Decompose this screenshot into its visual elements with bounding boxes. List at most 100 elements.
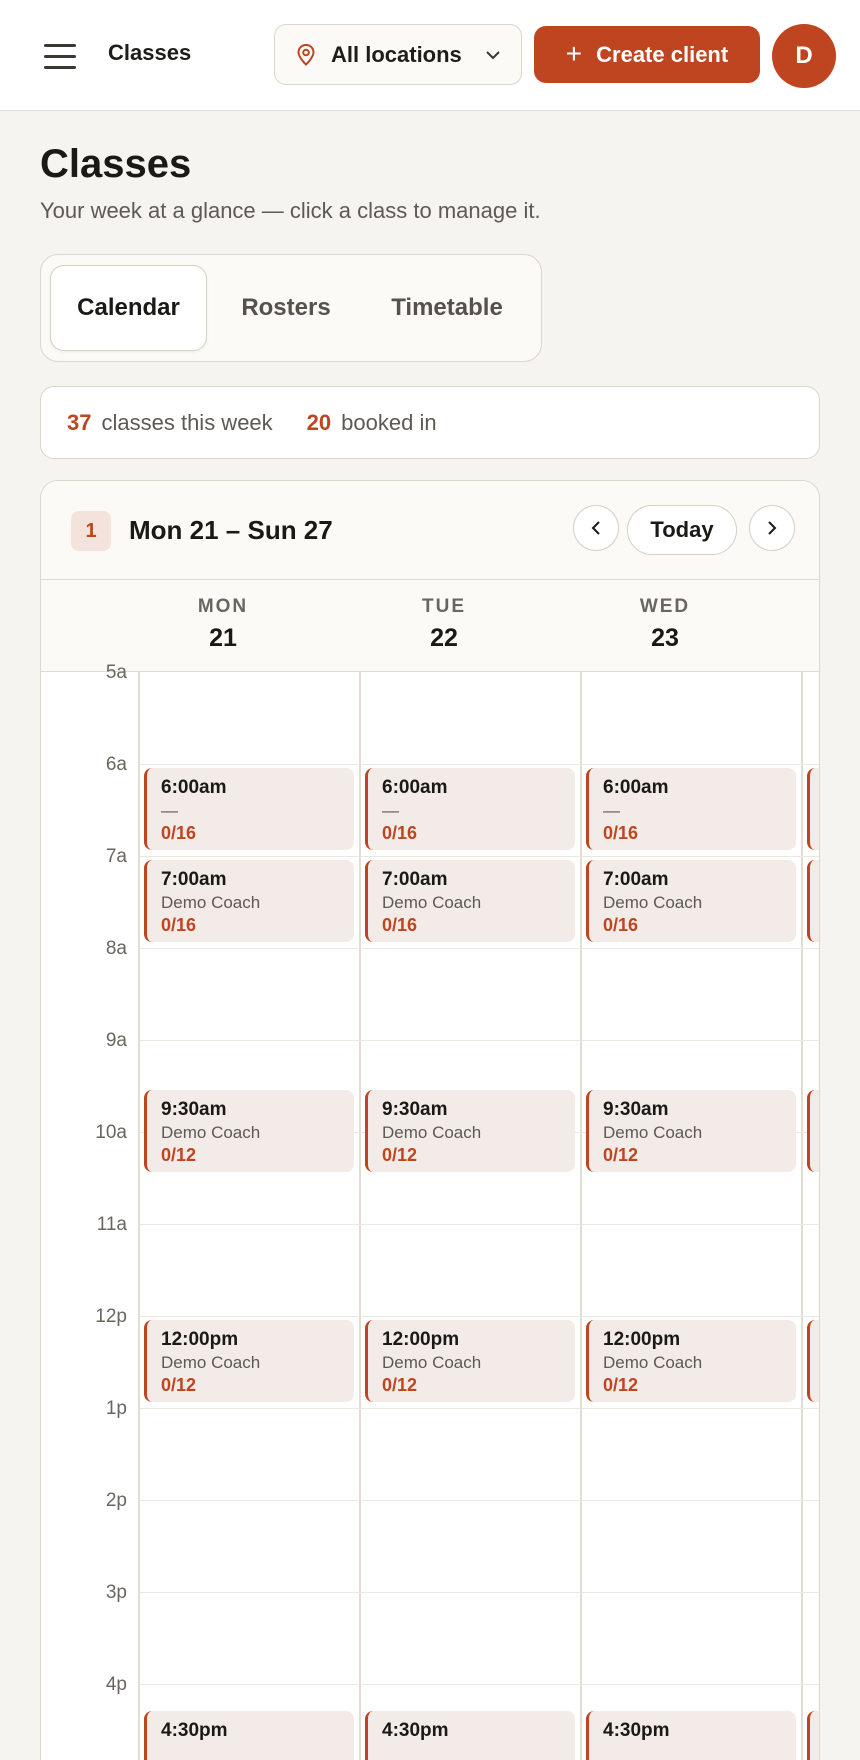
class-event[interactable]: 7:00am Demo Coach 0/16 <box>586 860 796 942</box>
day-header-wed[interactable]: WED 23 <box>590 596 740 653</box>
class-time: 9:30am <box>161 1099 227 1120</box>
hour-label: 5a <box>105 662 127 683</box>
day-number: 23 <box>651 624 679 652</box>
booked-stat: 20 booked in <box>307 410 437 436</box>
class-event[interactable]: 9:30am Demo Coach 0/12 <box>144 1090 354 1172</box>
class-event[interactable]: 7:00am Demo Coach 0/16 <box>365 860 575 942</box>
week-range: Mon 21 – Sun 27 <box>129 515 333 545</box>
class-coach: Demo Coach <box>382 893 482 912</box>
class-event[interactable]: 7:00am Demo Coach 0/16 <box>144 860 354 942</box>
class-coach: Demo Coach <box>382 1353 482 1372</box>
day-of-week: MON <box>197 596 249 617</box>
top-bar: Classes All locations + Create client D <box>0 0 860 111</box>
column-divider <box>580 672 582 1760</box>
create-client-label: Create client <box>596 41 729 67</box>
class-event[interactable]: 4:30pm <box>586 1711 796 1760</box>
class-coach: Demo Coach <box>603 1123 703 1142</box>
hour-line <box>139 1592 819 1593</box>
time-grid: 5a 6a 7a 8a 9a 10a 11a 12p 1p 2p 3p 4p 6… <box>41 662 819 1760</box>
class-event[interactable] <box>807 1711 819 1760</box>
hour-label: 1p <box>105 1398 127 1419</box>
hour-label: 2p <box>105 1490 127 1511</box>
menu-icon[interactable] <box>38 38 82 74</box>
week-stats: 37 classes this week 20 booked in <box>40 386 820 459</box>
class-event[interactable]: 12:00pm Demo Coach 0/12 <box>144 1320 354 1402</box>
hour-line <box>139 1408 819 1409</box>
class-event[interactable]: 12:00pm Demo Coach 0/12 <box>586 1320 796 1402</box>
location-pin-icon <box>297 43 315 66</box>
page-subtitle: Your week at a glance — click a class to… <box>40 198 541 223</box>
class-time: 6:00am <box>161 777 227 798</box>
class-event[interactable]: 4:30pm <box>144 1711 354 1760</box>
class-event[interactable] <box>807 1320 819 1402</box>
class-time: 12:00pm <box>161 1329 239 1350</box>
day-header-mon[interactable]: MON 21 <box>148 596 298 653</box>
hour-line <box>139 1224 819 1225</box>
next-week-button[interactable] <box>749 505 795 551</box>
class-capacity: 0/16 <box>161 915 197 935</box>
hour-line <box>139 764 819 765</box>
location-select[interactable]: All locations <box>274 24 522 85</box>
tab-timetable[interactable]: Timetable <box>367 265 527 351</box>
view-tabs: Calendar Rosters Timetable <box>40 254 542 362</box>
class-coach: Demo Coach <box>603 893 703 912</box>
hour-label: 6a <box>105 754 127 775</box>
class-time: 9:30am <box>603 1099 669 1120</box>
class-time: 6:00am <box>603 777 669 798</box>
chevron-down-icon <box>486 50 500 59</box>
class-time: 4:30pm <box>382 1720 449 1741</box>
hour-line <box>139 1040 819 1041</box>
hour-label: 3p <box>105 1582 127 1603</box>
class-event[interactable] <box>807 768 819 850</box>
hour-label: 9a <box>105 1030 127 1051</box>
chevron-left-icon <box>591 521 600 535</box>
day-header-tue[interactable]: TUE 22 <box>369 596 519 653</box>
booked-label: booked in <box>341 409 437 435</box>
class-event[interactable]: 4:30pm <box>365 1711 575 1760</box>
class-time: 7:00am <box>382 869 448 890</box>
class-event[interactable]: 6:00am — 0/16 <box>586 768 796 850</box>
class-time: 9:30am <box>382 1099 448 1120</box>
booked-count: 20 <box>306 409 332 435</box>
class-event[interactable]: 6:00am — 0/16 <box>365 768 575 850</box>
class-capacity: 0/16 <box>161 823 197 843</box>
class-coach: — <box>603 801 620 820</box>
hour-label: 8a <box>105 938 127 959</box>
class-coach: Demo Coach <box>603 1353 703 1372</box>
class-coach: Demo Coach <box>161 893 261 912</box>
class-capacity: 0/16 <box>382 915 418 935</box>
day-of-week: WED <box>639 596 691 617</box>
week-calendar: 1 Mon 21 – Sun 27 Today MON 21 TUE 22 WE… <box>40 480 820 1760</box>
create-client-button[interactable]: + Create client <box>534 26 760 83</box>
class-event[interactable]: 12:00pm Demo Coach 0/12 <box>365 1320 575 1402</box>
prev-week-button[interactable] <box>573 505 619 551</box>
avatar[interactable]: D <box>772 24 836 88</box>
class-event[interactable]: 9:30am Demo Coach 0/12 <box>586 1090 796 1172</box>
class-event[interactable]: 6:00am — 0/16 <box>144 768 354 850</box>
hour-line <box>139 1684 819 1685</box>
hour-label: 12p <box>95 1306 127 1327</box>
class-coach: Demo Coach <box>382 1123 482 1142</box>
class-event[interactable]: 9:30am Demo Coach 0/12 <box>365 1090 575 1172</box>
column-divider <box>359 672 361 1760</box>
tab-calendar[interactable]: Calendar <box>50 265 207 351</box>
day-number: 21 <box>209 624 237 652</box>
class-time: 7:00am <box>603 869 669 890</box>
class-coach: — <box>382 801 399 820</box>
plus-icon: + <box>565 37 583 69</box>
chevron-right-icon <box>768 521 777 535</box>
class-time: 12:00pm <box>382 1329 460 1350</box>
tab-rosters[interactable]: Rosters <box>211 265 361 351</box>
class-capacity: 0/12 <box>603 1145 639 1165</box>
page-title: Classes <box>40 142 192 186</box>
today-button[interactable]: Today <box>627 505 737 555</box>
class-time: 7:00am <box>161 869 227 890</box>
hour-label: 4p <box>105 1674 127 1695</box>
class-event[interactable] <box>807 860 819 942</box>
day-number: 22 <box>430 624 458 652</box>
hour-line <box>139 1500 819 1501</box>
class-coach: Demo Coach <box>161 1353 261 1372</box>
day-headers: MON 21 TUE 22 WED 23 <box>41 580 819 672</box>
class-event[interactable] <box>807 1090 819 1172</box>
day-of-week: TUE <box>422 596 466 617</box>
